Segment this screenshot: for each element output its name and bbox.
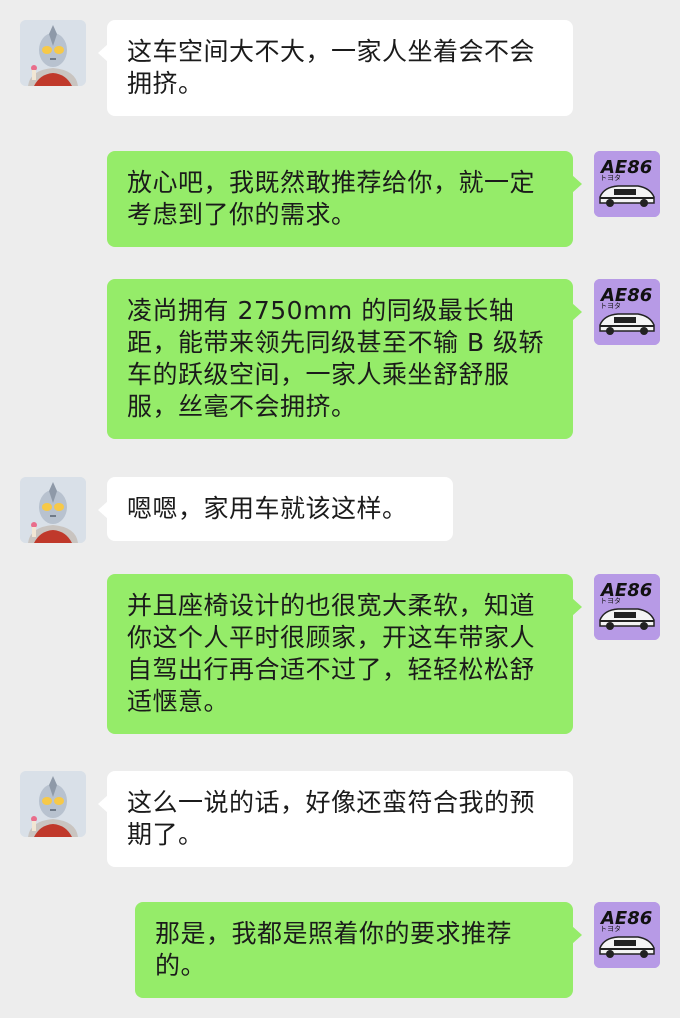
message-bubble[interactable]: 那是，我都是照着你的要求推荐的。	[135, 902, 582, 998]
logo-sub-text: トヨタ	[600, 173, 621, 182]
message-text: 并且座椅设计的也很宽大柔软，知道你这个人平时很顾家，开这车带家人自驾出行再合适不…	[127, 591, 536, 716]
message-bubble[interactable]: 凌尚拥有 2750mm 的同级最长轴距，能带来领先同级甚至不输 B 级轿车的跃级…	[107, 279, 582, 439]
message-text: 这车空间大不大，一家人坐着会不会拥挤。	[127, 37, 536, 98]
ultraman-avatar[interactable]	[20, 20, 86, 86]
logo-sub-text: トヨタ	[600, 596, 621, 605]
ae86-avatar[interactable]: AE86 トヨタ	[594, 151, 660, 217]
message-text: 这么一说的话，好像还蛮符合我的预期了。	[127, 788, 536, 849]
ae86-avatar[interactable]: AE86 トヨタ	[594, 279, 660, 345]
message-text: 放心吧，我既然敢推荐给你，就一定考虑到了你的需求。	[127, 168, 536, 229]
message-bubble[interactable]: 嗯嗯，家用车就该这样。	[98, 477, 453, 541]
ae86-avatar[interactable]: AE86 トヨタ	[594, 574, 660, 640]
ultraman-avatar[interactable]	[20, 477, 86, 543]
message-bubble[interactable]: 放心吧，我既然敢推荐给你，就一定考虑到了你的需求。	[107, 151, 582, 247]
logo-sub-text: トヨタ	[600, 924, 621, 933]
ultraman-avatar[interactable]	[20, 771, 86, 837]
message-text: 那是，我都是照着你的要求推荐的。	[155, 919, 513, 980]
message-text: 凌尚拥有 2750mm 的同级最长轴距，能带来领先同级甚至不输 B 级轿车的跃级…	[127, 296, 545, 421]
ae86-avatar[interactable]: AE86 トヨタ	[594, 902, 660, 968]
message-bubble[interactable]: 这么一说的话，好像还蛮符合我的预期了。	[98, 771, 573, 867]
chat-area: 这车空间大不大，一家人坐着会不会拥挤。 放心吧，我既然敢推荐给你，就一定考虑到了…	[0, 0, 680, 1018]
message-bubble[interactable]: 并且座椅设计的也很宽大柔软，知道你这个人平时很顾家，开这车带家人自驾出行再合适不…	[107, 574, 582, 734]
message-text: 嗯嗯，家用车就该这样。	[127, 494, 408, 523]
message-bubble[interactable]: 这车空间大不大，一家人坐着会不会拥挤。	[98, 20, 573, 116]
logo-sub-text: トヨタ	[600, 301, 621, 310]
